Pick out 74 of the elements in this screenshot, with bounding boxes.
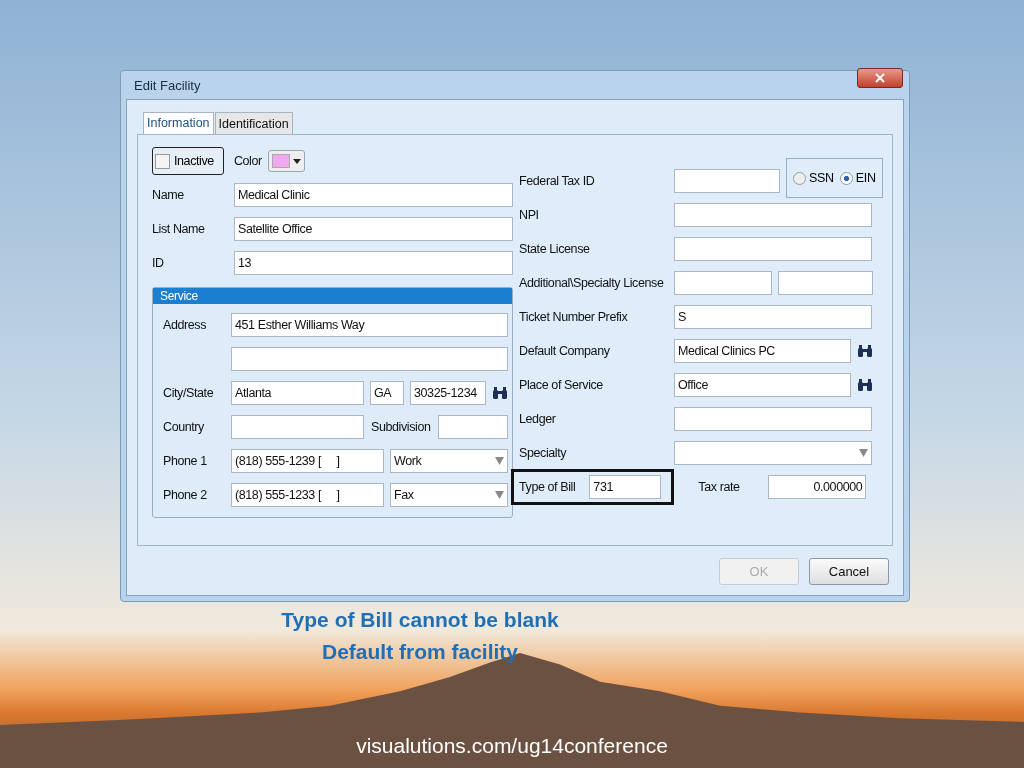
radio-option[interactable]: EIN xyxy=(839,171,876,185)
caret-icon xyxy=(292,158,301,164)
field-label: Color xyxy=(233,154,262,168)
text-field[interactable]: 0.000000 xyxy=(768,475,867,499)
text-field[interactable] xyxy=(674,203,872,227)
text-field[interactable] xyxy=(674,407,872,431)
field-label: Specialty xyxy=(519,446,568,460)
field-label: Place of Service xyxy=(519,378,604,392)
text-field[interactable] xyxy=(231,415,364,439)
radio-option[interactable]: SSN xyxy=(793,171,834,185)
text-field[interactable] xyxy=(778,271,873,295)
field-label: Country xyxy=(163,420,205,434)
field-label: City/State xyxy=(163,386,215,400)
dropdown-value: Work xyxy=(394,454,422,468)
window-title: Edit Facility xyxy=(134,77,201,93)
close-button[interactable] xyxy=(857,68,903,88)
field-label: Federal Tax ID xyxy=(519,174,596,188)
field-label: Ticket Number Prefix xyxy=(519,310,629,324)
dropdown-field[interactable]: Work xyxy=(390,449,508,473)
caption-text: Default from facility xyxy=(321,640,518,664)
radio-button[interactable] xyxy=(793,171,806,185)
dialog-button[interactable]: Cancel xyxy=(809,558,889,585)
text-field[interactable]: S xyxy=(674,305,872,329)
caption-text: Type of Bill cannot be blank xyxy=(281,608,559,632)
dropdown-value: Fax xyxy=(394,488,414,502)
field-label: NPI xyxy=(519,208,540,222)
text-field[interactable] xyxy=(437,415,508,439)
text-field[interactable]: 13 xyxy=(234,251,513,275)
text-field[interactable] xyxy=(674,271,772,295)
radio-button[interactable] xyxy=(839,171,853,185)
close-icon xyxy=(874,73,886,83)
field-label: Ledger xyxy=(519,412,557,426)
field-label: Tax rate xyxy=(698,480,741,494)
binoculars-icon[interactable] xyxy=(857,378,873,392)
color-picker[interactable] xyxy=(267,150,305,172)
field-label: Phone 1 xyxy=(163,454,208,468)
url-text: visualutions.com/ug14conference xyxy=(356,734,668,757)
field-label: Default Company xyxy=(519,344,611,358)
text-field[interactable]: (818) 555-1233 [ ] xyxy=(231,483,384,507)
field-label: Phone 2 xyxy=(163,488,208,502)
dropdown-arrow-icon xyxy=(495,491,504,499)
binoculars-icon[interactable] xyxy=(857,344,873,358)
text-field[interactable] xyxy=(231,347,508,371)
group-title: Service xyxy=(153,288,512,304)
dropdown-field[interactable]: Fax xyxy=(390,483,508,507)
tab[interactable]: Information xyxy=(143,112,214,134)
text-field[interactable]: (818) 555-1239 [ ] xyxy=(231,449,384,473)
text-field[interactable] xyxy=(674,237,872,261)
field-label: Type of Bill xyxy=(519,480,576,494)
text-field[interactable]: Office xyxy=(674,373,851,397)
field-label: Subdivision xyxy=(371,420,431,434)
text-field[interactable]: Medical Clinics PC xyxy=(674,339,851,363)
field-label: ID xyxy=(152,256,165,270)
field-label: Address xyxy=(163,318,208,332)
dropdown-field[interactable] xyxy=(674,441,872,465)
field-label: Name xyxy=(152,188,185,202)
field-label: List Name xyxy=(152,222,206,236)
text-field[interactable]: Atlanta xyxy=(231,381,364,405)
text-field[interactable]: Medical Clinic xyxy=(234,183,513,207)
text-field[interactable]: 451 Esther Williams Way xyxy=(231,313,508,337)
text-field[interactable]: Satellite Office xyxy=(234,217,513,241)
text-field[interactable]: 731 xyxy=(589,475,662,499)
radio-label: SSN xyxy=(809,171,834,185)
dropdown-arrow-icon xyxy=(859,449,868,457)
tab[interactable]: Identification xyxy=(214,112,293,134)
radio-label: EIN xyxy=(855,171,876,185)
checkbox-label: Inactive xyxy=(174,154,214,168)
text-field[interactable]: GA xyxy=(370,381,404,405)
text-field[interactable]: 30325-1234 xyxy=(410,381,486,405)
field-label: Additional\Specialty License xyxy=(519,276,665,290)
text-field[interactable] xyxy=(674,169,780,193)
binoculars-icon[interactable] xyxy=(492,386,508,400)
field-label: State License xyxy=(519,242,591,256)
dropdown-arrow-icon xyxy=(495,457,504,465)
